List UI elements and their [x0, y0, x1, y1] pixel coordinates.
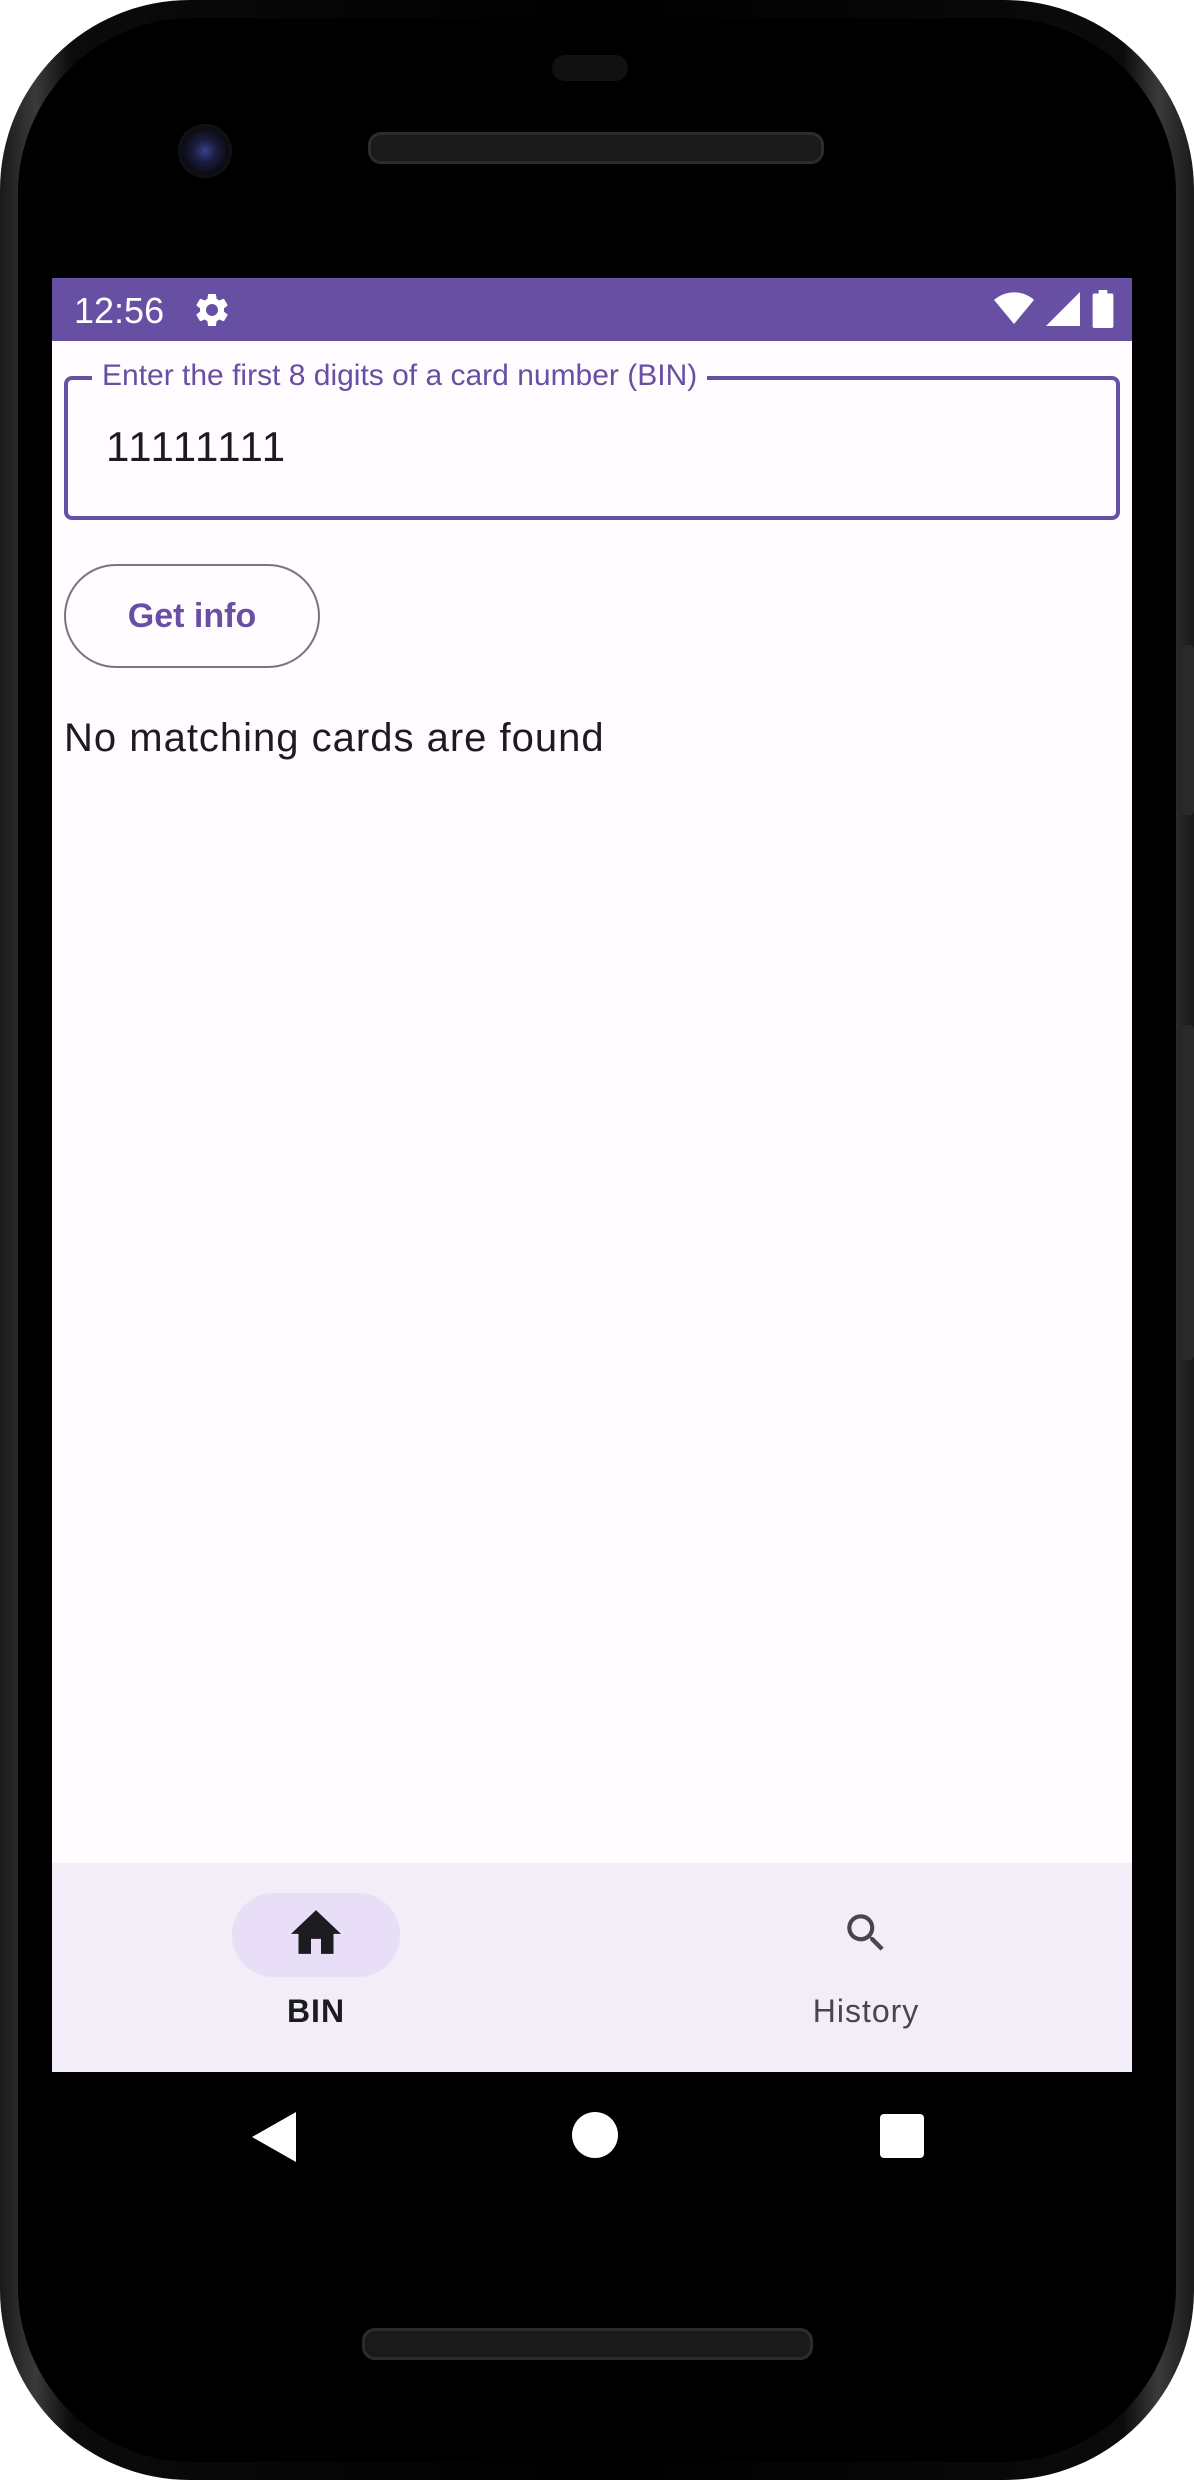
volume-button	[1182, 1025, 1194, 1360]
bin-input-label: Enter the first 8 digits of a card numbe…	[92, 358, 708, 394]
nav-item-bin[interactable]: BIN	[166, 1893, 466, 2030]
recents-icon[interactable]	[880, 2114, 924, 2163]
status-bar: 12:56	[52, 278, 1132, 341]
app-screen: 12:56 Enter the first 8 digits of a card…	[52, 278, 1132, 2072]
back-icon[interactable]	[252, 2112, 296, 2167]
earpiece-speaker	[368, 132, 824, 164]
nav-label-history: History	[812, 1993, 920, 2029]
bottom-navigation: BIN History	[52, 1863, 1132, 2072]
bottom-speaker	[362, 2328, 813, 2360]
nav-inactive-indicator	[782, 1893, 950, 1977]
home-circle-icon[interactable]	[572, 2112, 618, 2163]
get-info-button[interactable]: Get info	[64, 564, 320, 668]
status-icons	[994, 290, 1114, 333]
status-time: 12:56	[74, 290, 165, 331]
bin-input[interactable]	[106, 423, 1066, 471]
battery-icon	[1092, 290, 1114, 333]
power-button	[1182, 645, 1194, 815]
nav-active-indicator	[232, 1893, 400, 1977]
result-message: No matching cards are found	[64, 716, 605, 760]
proximity-sensor	[552, 55, 628, 81]
nav-item-history[interactable]: History	[716, 1893, 1016, 2030]
system-navigation-bar	[52, 2072, 1132, 2202]
signal-icon	[1046, 291, 1080, 332]
search-icon	[841, 1908, 891, 1963]
front-camera	[178, 124, 232, 178]
nav-label-bin: BIN	[286, 1993, 346, 2029]
wifi-icon	[994, 291, 1034, 332]
phone-frame: 12:56 Enter the first 8 digits of a card…	[0, 0, 1194, 2480]
gear-icon	[192, 290, 232, 330]
home-icon	[291, 1909, 341, 1961]
